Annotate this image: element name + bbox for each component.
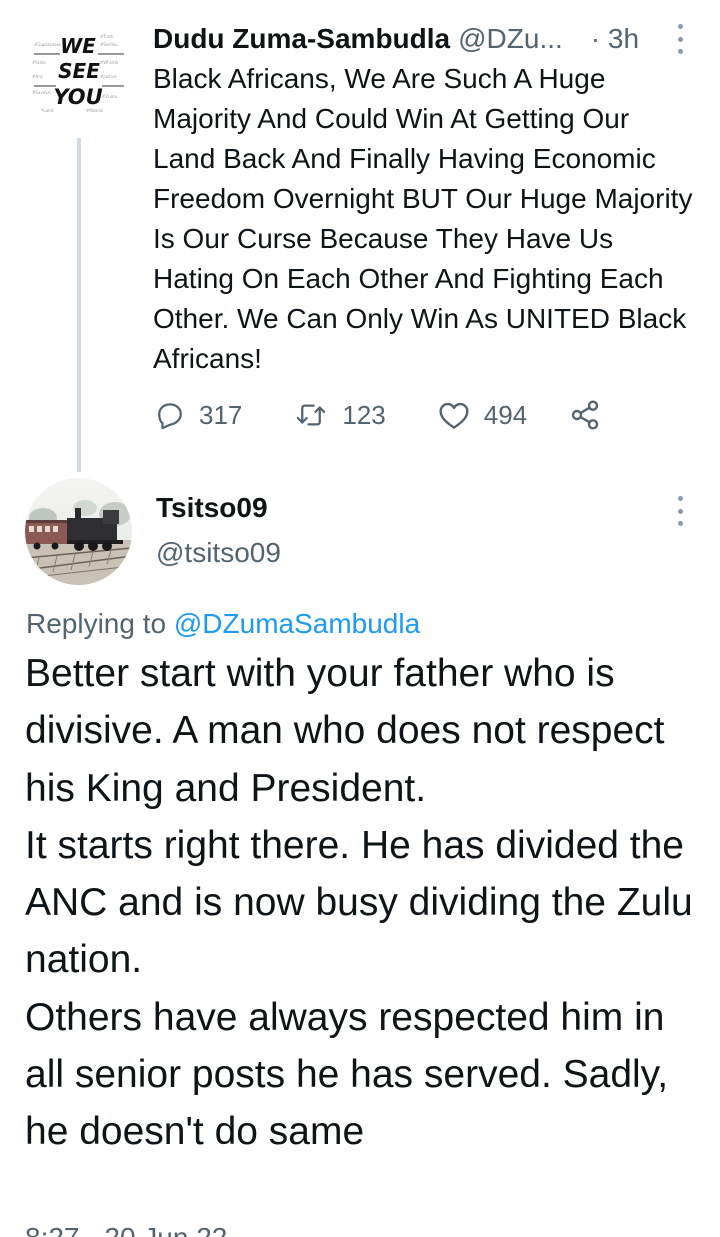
tweet-thread-view: #GuptaLeaks #Truth #SeeYou #State #Whist… <box>0 0 720 1237</box>
replying-to-line: Replying to @DZumaSambudla <box>26 608 420 640</box>
replying-to-mention[interactable]: @DZumaSambudla <box>174 608 420 639</box>
svg-text:WE: WE <box>60 34 96 58</box>
svg-text:#SaveSA: #SaveSA <box>32 90 51 95</box>
retweet-count: 123 <box>342 399 386 430</box>
share-icon <box>569 399 601 431</box>
svg-text:#Anc: #Anc <box>32 74 43 79</box>
svg-text:SEE: SEE <box>58 59 100 83</box>
we-see-you-logo: #GuptaLeaks #Truth #SeeYou #State #Whist… <box>26 20 132 126</box>
retweet-action[interactable]: 123 <box>294 399 386 431</box>
train-photo-avatar <box>25 478 132 585</box>
reply-more-icon[interactable] <box>674 496 686 526</box>
reply-author-avatar[interactable] <box>25 478 132 585</box>
like-count: 494 <box>483 399 528 430</box>
reply-action[interactable]: 317 <box>155 400 242 431</box>
thread-connector-line <box>77 138 81 472</box>
like-icon <box>438 400 470 430</box>
parent-more-icon[interactable] <box>674 24 686 54</box>
reply-text-paragraph: It starts right there. He has divided th… <box>25 823 693 982</box>
svg-text:#SeeYou: #SeeYou <box>100 42 118 47</box>
parent-tweet-time[interactable]: · 3h <box>591 23 639 55</box>
svg-text:#Whistle: #Whistle <box>100 60 119 65</box>
parent-author-avatar[interactable]: #GuptaLeaks #Truth #SeeYou #State #Whist… <box>26 20 132 126</box>
parent-tweet-actions: 317 123 494 <box>155 395 601 435</box>
svg-text:#GuptaLeaks: #GuptaLeaks <box>34 42 61 47</box>
svg-text:#Zuma: #Zuma <box>102 94 118 99</box>
svg-text:#State: #State <box>32 60 46 65</box>
retweet-icon <box>294 400 328 430</box>
svg-text:#Truth: #Truth <box>100 34 114 39</box>
svg-text:#Land: #Land <box>40 108 54 113</box>
reply-author-handle[interactable]: @tsitso09 <box>156 537 281 569</box>
reply-icon <box>155 400 185 430</box>
parent-tweet-header: Dudu Zuma-Sambudla @DZu... · 3h <box>153 20 690 58</box>
like-action[interactable]: 494 <box>438 400 527 431</box>
replying-to-label: Replying to <box>26 608 167 639</box>
reply-count: 317 <box>199 399 243 430</box>
svg-text:#Justice: #Justice <box>100 74 117 79</box>
reply-tweet-text: Better start with your father who is div… <box>25 645 705 1161</box>
reply-author-name[interactable]: Tsitso09 <box>156 492 268 524</box>
reply-text-paragraph: Others have always respected him in all … <box>25 995 669 1154</box>
parent-author-name[interactable]: Dudu Zuma-Sambudla <box>153 23 450 55</box>
reply-timestamp: 8:27 · 20 Jun 22 <box>25 1222 227 1237</box>
parent-author-handle[interactable]: @DZu... <box>458 23 563 55</box>
share-action[interactable] <box>569 399 601 431</box>
reply-text-paragraph: Better start with your father who is div… <box>25 652 665 810</box>
svg-text:YOU: YOU <box>53 85 102 109</box>
parent-tweet-text: Black Africans, We Are Such A Huge Major… <box>153 63 693 374</box>
